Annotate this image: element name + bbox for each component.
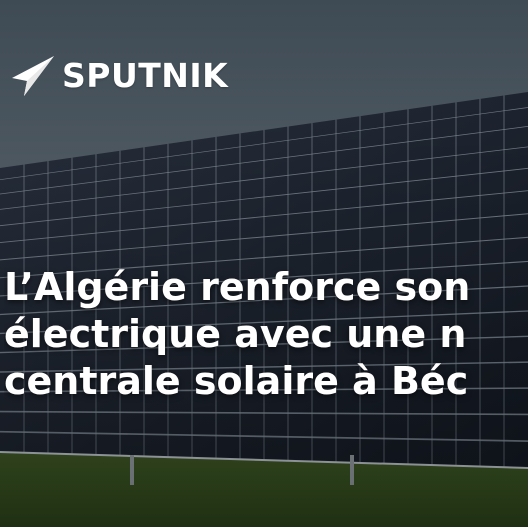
sputnik-arrow-logo-icon (12, 56, 54, 96)
sputnik-logo: SPUTNIK (10, 52, 228, 98)
headline-line-1: L’Algérie renforce son (4, 265, 471, 309)
headline-line-2: électrique avec une n (4, 312, 467, 356)
article-preview-card: SPUTNIK L’Algérie renforce son électriqu… (0, 0, 528, 527)
brand-name: SPUTNIK (62, 55, 229, 95)
headline-line-3: centrale solaire à Béc (4, 359, 469, 403)
article-headline: L’Algérie renforce son électrique avec u… (4, 264, 528, 405)
